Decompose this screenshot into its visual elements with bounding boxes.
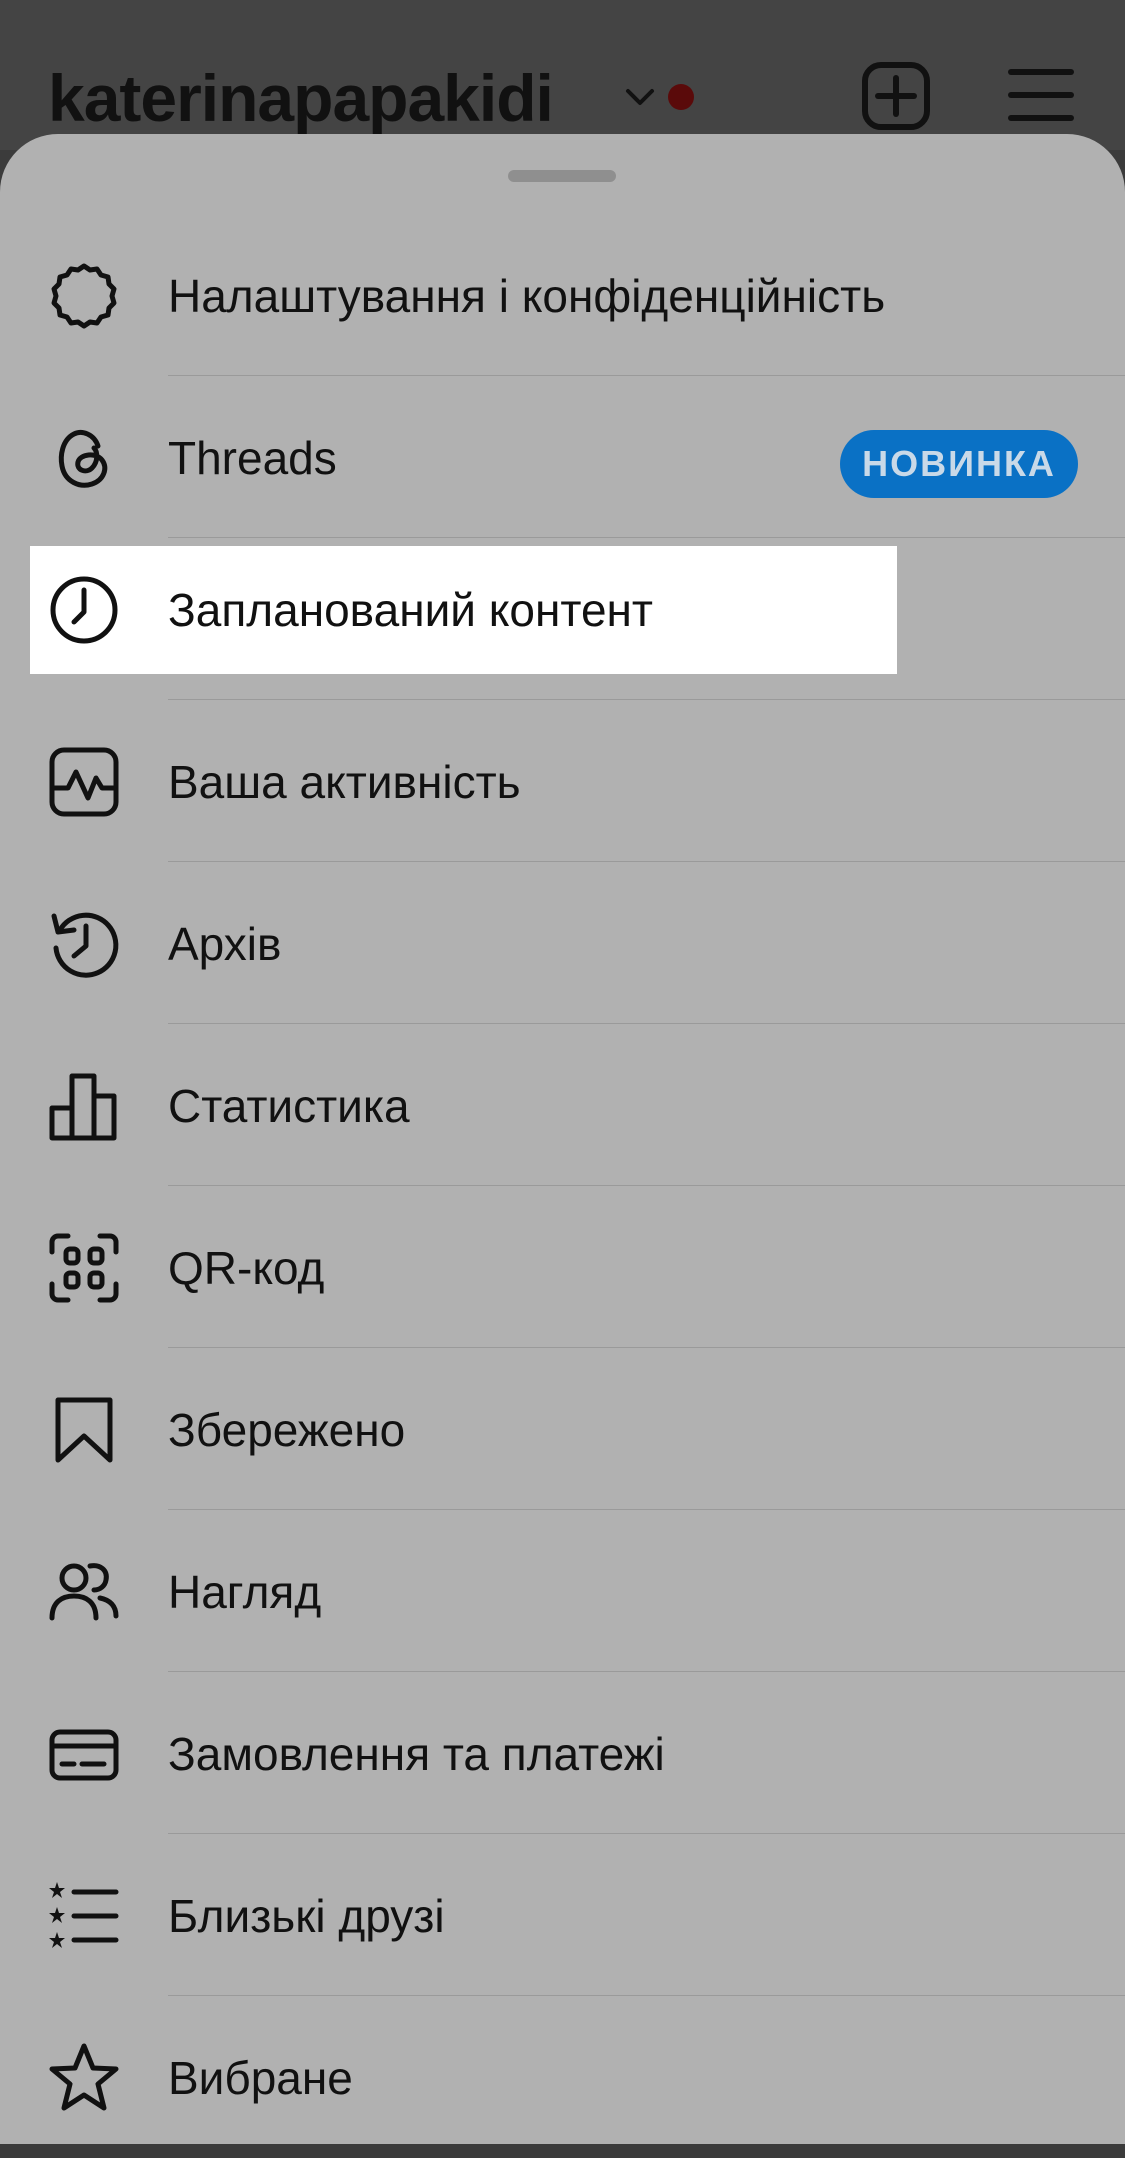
new-badge: НОВИНКА	[840, 430, 1078, 498]
qr-code-icon	[48, 1232, 120, 1304]
menu-item-qr-code[interactable]: QR-код	[0, 1186, 1125, 1348]
menu-item-close-friends[interactable]: Близькі друзі	[0, 1834, 1125, 1996]
add-post-icon[interactable]	[862, 62, 930, 130]
menu-item-insights[interactable]: Статистика	[0, 1024, 1125, 1186]
profile-header: katerinapapakidi	[0, 0, 1125, 150]
activity-icon	[48, 746, 120, 818]
sheet-grabber[interactable]	[508, 170, 616, 182]
close-friends-icon	[48, 1880, 120, 1952]
menu-item-archive[interactable]: Архів	[0, 862, 1125, 1024]
menu-item-label: Статистика	[168, 1080, 410, 1132]
menu-item-label: QR-код	[168, 1242, 325, 1294]
menu-item-orders-payments[interactable]: Замовлення та платежі	[0, 1672, 1125, 1834]
card-icon	[48, 1718, 120, 1790]
menu-item-saved[interactable]: Збережено	[0, 1348, 1125, 1510]
menu-item-label: Нагляд	[168, 1566, 322, 1618]
supervision-icon	[48, 1556, 120, 1628]
threads-icon	[48, 422, 120, 494]
menu-item-label: Вибране	[168, 2052, 353, 2104]
menu-item-label: Запланований контент	[168, 584, 653, 636]
menu-item-label: Налаштування і конфіденційність	[168, 270, 886, 322]
menu-item-label: Ваша активність	[168, 756, 521, 808]
hamburger-menu-icon[interactable]	[1008, 66, 1074, 124]
menu-item-your-activity[interactable]: Ваша активність	[0, 700, 1125, 862]
notification-dot	[668, 84, 694, 110]
menu-item-scheduled-content[interactable]: Запланований контент	[30, 546, 897, 674]
menu-item-threads[interactable]: Threads НОВИНКА	[0, 376, 1125, 538]
menu-item-label: Threads	[168, 432, 337, 484]
menu-item-label: Близькі друзі	[168, 1890, 445, 1942]
archive-icon	[48, 908, 120, 980]
menu-item-label: Збережено	[168, 1404, 406, 1456]
menu-item-supervision[interactable]: Нагляд	[0, 1510, 1125, 1672]
insights-icon	[48, 1070, 120, 1142]
bookmark-icon	[48, 1394, 120, 1466]
menu-item-favorites[interactable]: Вибране	[0, 1996, 1125, 2158]
chevron-down-icon[interactable]	[622, 82, 658, 112]
menu-item-settings[interactable]: Налаштування і конфіденційність	[0, 214, 1125, 376]
star-icon	[48, 2042, 120, 2114]
profile-username[interactable]: katerinapapakidi	[48, 58, 554, 138]
options-bottom-sheet: Налаштування і конфіденційність Threads …	[0, 134, 1125, 2144]
clock-icon	[48, 574, 120, 646]
settings-icon	[48, 260, 120, 332]
menu-item-label: Архів	[168, 918, 282, 970]
menu-item-label: Замовлення та платежі	[168, 1728, 665, 1780]
